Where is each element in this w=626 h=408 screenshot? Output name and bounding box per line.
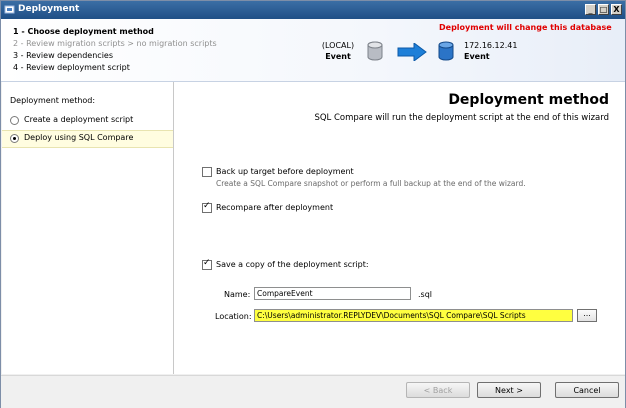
step-4[interactable]: 4 - Review deployment script: [13, 63, 130, 72]
arrow-right-icon: [397, 43, 427, 61]
name-suffix: .sql: [418, 290, 433, 299]
deployment-window: Deployment _ □ X 1 - Choose deployment m…: [0, 0, 626, 408]
warning-text: Deployment will change this database: [439, 23, 612, 32]
source-db-name: Event: [325, 52, 351, 61]
step-1[interactable]: 1 - Choose deployment method: [13, 27, 154, 36]
name-label: Name:: [224, 290, 251, 299]
window-title: Deployment: [18, 4, 80, 14]
main-panel: Deployment method SQL Compare will run t…: [174, 82, 625, 374]
option-deploy-sql-compare-label: Deploy using SQL Compare: [24, 133, 134, 142]
method-panel: Deployment method: Create a deployment s…: [2, 82, 174, 374]
target-database-icon: [438, 41, 454, 61]
location-label: Location:: [215, 312, 252, 321]
target-database: 172.16.12.41 Event: [464, 41, 517, 61]
title-bar[interactable]: Deployment _ □ X: [1, 1, 625, 19]
radio-deploy-sql-compare[interactable]: [10, 134, 19, 143]
target-db-name: Event: [464, 52, 490, 61]
backup-label: Back up target before deployment: [216, 167, 354, 176]
backup-hint: Create a SQL Compare snapshot or perform…: [216, 179, 526, 188]
page-title: Deployment method: [448, 92, 609, 108]
location-input[interactable]: C:\Users\administrator.REPLYDEV\Document…: [254, 309, 573, 322]
option-create-script-label: Create a deployment script: [24, 115, 134, 124]
cancel-button[interactable]: Cancel: [555, 382, 619, 398]
name-input[interactable]: CompareEvent: [254, 287, 411, 300]
source-database: (LOCAL) Event: [313, 41, 363, 61]
back-button[interactable]: < Back: [406, 382, 470, 398]
maximize-button[interactable]: □: [598, 4, 609, 15]
app-icon: [4, 5, 15, 14]
save-copy-label: Save a copy of the deployment script:: [216, 260, 369, 269]
source-server: (LOCAL): [321, 41, 355, 50]
method-panel-title: Deployment method:: [10, 96, 96, 105]
page-subtitle: SQL Compare will run the deployment scri…: [314, 113, 609, 123]
minimize-button[interactable]: _: [585, 4, 596, 15]
step-3[interactable]: 3 - Review dependencies: [13, 51, 113, 60]
wizard-header: 1 - Choose deployment method 2 - Review …: [1, 19, 625, 82]
recompare-label: Recompare after deployment: [216, 203, 334, 212]
backup-checkbox[interactable]: [202, 167, 212, 177]
wizard-footer: < Back Next > Cancel: [1, 375, 625, 408]
recompare-checkbox[interactable]: ✓: [202, 201, 212, 213]
option-create-script[interactable]: Create a deployment script: [2, 113, 173, 129]
step-2: 2 - Review migration scripts > no migrat…: [13, 39, 217, 48]
radio-create-script[interactable]: [10, 116, 19, 125]
browse-button[interactable]: ...: [577, 309, 597, 322]
target-server: 172.16.12.41: [464, 41, 518, 50]
source-database-icon: [367, 41, 383, 61]
close-button[interactable]: X: [611, 4, 622, 15]
next-button[interactable]: Next >: [477, 382, 541, 398]
option-deploy-sql-compare[interactable]: Deploy using SQL Compare: [2, 130, 173, 148]
save-copy-checkbox[interactable]: ✓: [202, 258, 212, 270]
